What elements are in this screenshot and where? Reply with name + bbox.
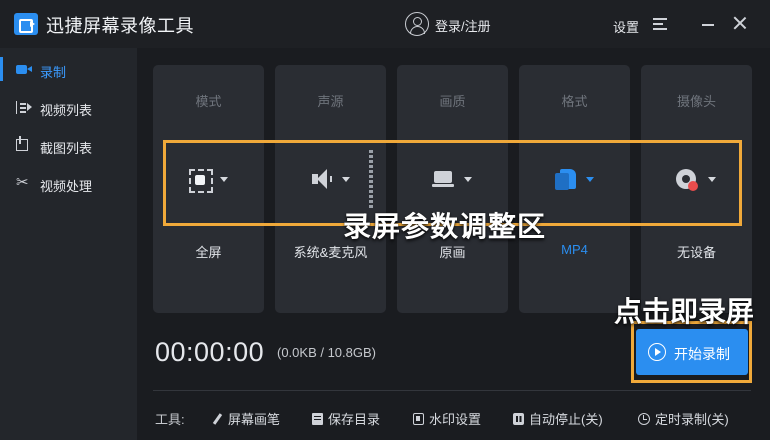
sidebar-item-screenshot-list[interactable]: 截图列表: [0, 126, 137, 164]
param-title: 模式: [195, 94, 222, 109]
sidebar-item-video-list[interactable]: 视频列表: [0, 88, 137, 126]
video-edit-icon: [16, 173, 32, 191]
sidebar-item-label: 视频处理: [40, 179, 93, 194]
record-timer: 00:00:00: [155, 337, 265, 367]
param-title: 摄像头: [676, 94, 716, 109]
sidebar-item-video-edit[interactable]: 视频处理: [0, 164, 137, 202]
pen-icon: [212, 413, 223, 425]
param-title: 声源: [317, 94, 344, 109]
tool-label: 定时录制(关): [655, 412, 729, 427]
tool-auto-stop[interactable]: 自动停止(关): [513, 409, 603, 428]
tool-watermark[interactable]: 水印设置: [413, 409, 481, 428]
tool-label: 水印设置: [429, 412, 482, 427]
user-avatar-icon[interactable]: [405, 12, 429, 36]
record-icon: [16, 65, 32, 74]
sidebar: 录制 视频列表 截图列表 视频处理: [0, 48, 137, 440]
file-size-readout: (0.0KB / 10.8GB): [277, 345, 376, 360]
login-register-link[interactable]: 登录/注册: [435, 16, 491, 35]
folder-icon: [312, 413, 323, 425]
sidebar-item-label: 录制: [40, 65, 67, 80]
app-logo-icon: [14, 13, 38, 35]
tool-label: 保存目录: [328, 412, 381, 427]
no-device-badge-icon: [688, 181, 698, 191]
params-area-annotation: 录屏参数调整区: [343, 211, 547, 242]
param-title: 画质: [439, 94, 466, 109]
param-value: 无设备: [676, 245, 716, 260]
screenshot-list-icon: [16, 136, 28, 151]
video-list-icon: [16, 101, 32, 114]
minimize-icon[interactable]: [702, 24, 714, 26]
title-bar: 迅捷屏幕录像工具 登录/注册 设置: [0, 0, 770, 48]
watermark-icon: [413, 413, 424, 425]
menu-icon[interactable]: [653, 18, 667, 30]
param-title: 格式: [561, 94, 588, 109]
start-hint-annotation: 点击即录屏: [614, 296, 755, 327]
app-title: 迅捷屏幕录像工具: [46, 16, 194, 36]
close-icon[interactable]: [733, 16, 747, 30]
tool-label: 屏幕画笔: [228, 412, 281, 427]
sidebar-item-label: 视频列表: [40, 103, 93, 118]
sidebar-item-record[interactable]: 录制: [0, 50, 137, 88]
tool-save-directory[interactable]: 保存目录: [312, 409, 380, 428]
tool-label: 自动停止(关): [529, 412, 603, 427]
start-highlight-box: [631, 321, 752, 383]
sidebar-item-label: 截图列表: [40, 141, 93, 156]
auto-stop-icon: [513, 413, 524, 425]
tools-label: 工具:: [155, 412, 185, 427]
divider: [153, 390, 751, 391]
param-value: 全屏: [195, 245, 222, 260]
settings-button[interactable]: 设置: [613, 17, 639, 36]
tool-scheduled-record[interactable]: 定时录制(关): [638, 409, 729, 428]
tool-screen-pen[interactable]: 屏幕画笔: [212, 409, 280, 428]
clock-icon: [638, 413, 650, 425]
